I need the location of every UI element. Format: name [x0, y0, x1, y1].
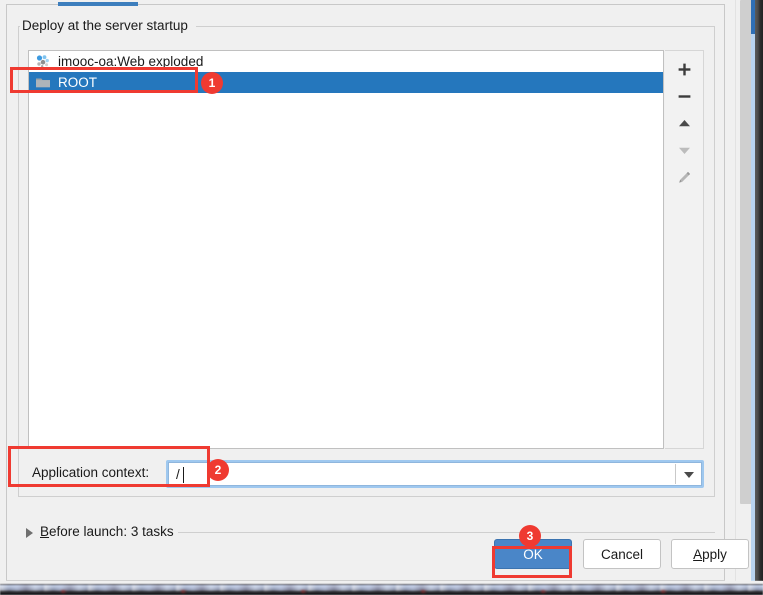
add-button[interactable]	[670, 56, 698, 83]
application-context-field-inner: /	[168, 462, 702, 486]
active-tab-indicator	[58, 2, 138, 6]
arrow-down-icon	[677, 143, 692, 158]
folder-icon	[35, 75, 52, 90]
apply-label-rest: pply	[702, 546, 727, 562]
outer-scrollbar-track[interactable]	[738, 0, 753, 581]
application-context-field[interactable]: /	[166, 460, 704, 488]
remove-button[interactable]	[670, 83, 698, 110]
deploy-group-title: Deploy at the server startup	[22, 18, 196, 34]
deployment-list-toolbar	[665, 50, 704, 449]
artifact-icon	[35, 54, 52, 69]
text-caret	[183, 467, 184, 483]
desktop-background-strip	[0, 581, 763, 595]
desktop-background-detail	[0, 590, 763, 593]
move-down-button[interactable]	[670, 137, 698, 164]
ok-button[interactable]: OK	[494, 539, 572, 569]
application-context-input[interactable]: /	[176, 466, 180, 484]
deployment-list[interactable]: imooc-oa:Web exploded ROOT	[28, 50, 664, 449]
deployment-list-row-label: imooc-oa:Web exploded	[58, 54, 204, 69]
deploy-group-line-right	[194, 26, 715, 27]
combo-separator	[675, 464, 676, 484]
arrow-up-icon	[677, 116, 692, 131]
apply-mnemonic: A	[693, 546, 703, 562]
run-configuration-dialog: Deploy at the server startup imooc-oa:We…	[6, 2, 749, 581]
deployment-list-row-artifact[interactable]: imooc-oa:Web exploded	[29, 51, 663, 72]
deploy-group: Deploy at the server startup imooc-oa:We…	[18, 18, 715, 497]
deployment-list-root-row[interactable]: ROOT	[29, 72, 663, 93]
minus-icon	[677, 89, 692, 104]
pencil-icon	[677, 170, 692, 185]
deploy-group-line-left	[18, 26, 20, 27]
plus-icon	[677, 62, 692, 77]
chevron-down-icon[interactable]	[684, 472, 694, 478]
deployment-list-wrap: imooc-oa:Web exploded ROOT	[28, 50, 704, 449]
deployment-list-row-label: ROOT	[58, 75, 97, 90]
dialog-footer: OK Cancel Apply	[7, 530, 749, 580]
ide-window: Deploy at the server startup imooc-oa:We…	[0, 0, 763, 595]
move-up-button[interactable]	[670, 110, 698, 137]
window-edge-shadow	[755, 0, 763, 581]
apply-button[interactable]: Apply	[671, 539, 749, 569]
edit-button[interactable]	[670, 164, 698, 191]
application-context-row: Application context: /	[28, 460, 704, 488]
cancel-button[interactable]: Cancel	[583, 539, 661, 569]
application-context-label: Application context:	[32, 465, 150, 480]
